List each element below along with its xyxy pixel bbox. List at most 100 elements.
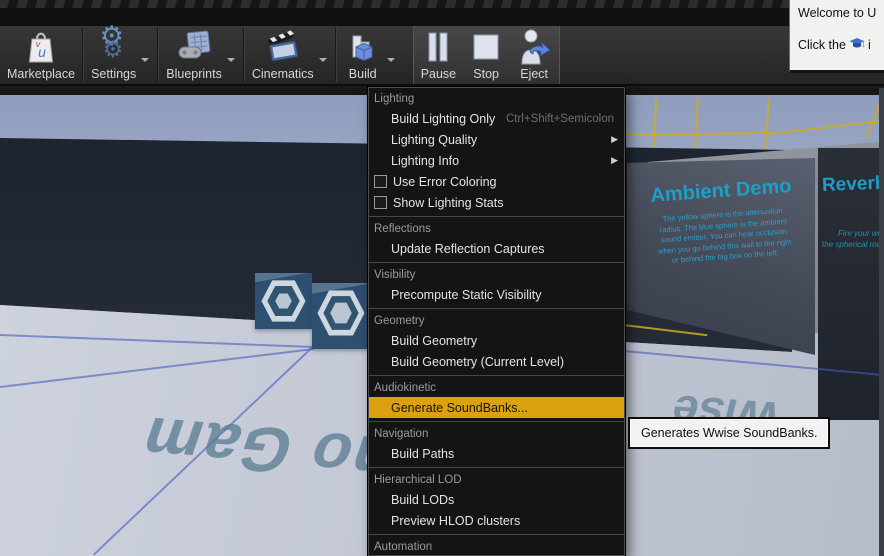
notification-panel[interactable]: Welcome to U Click the i: [789, 0, 884, 73]
toolbar-button-eject[interactable]: Eject: [509, 26, 559, 84]
toolbar-button-label: Settings: [91, 67, 137, 81]
menu-item-generate-soundbanks[interactable]: Generate SoundBanks...: [369, 397, 624, 418]
window-tab-strip: [0, 0, 884, 8]
menu-section-header-automation: Automation: [374, 541, 433, 553]
menu-separator: [369, 216, 624, 217]
toolbar-button-cinematics[interactable]: Cinematics: [245, 26, 335, 84]
reverb-description: Fire your wea the spherical room: [822, 228, 884, 250]
dropdown-arrow-icon[interactable]: [386, 57, 395, 66]
notification-title: Welcome to U: [798, 6, 877, 20]
dropdown-arrow-icon[interactable]: [141, 57, 150, 66]
svg-text:v: v: [36, 39, 41, 49]
menu-item-build-lighting-only[interactable]: Build Lighting Only Ctrl+Shift+Semicolon: [369, 108, 624, 129]
menu-section-header-visibility: Visibility: [374, 269, 416, 281]
toolbar-button-content: ⚙ ⚙ Settings: [91, 21, 137, 81]
menu-item-shortcut: Ctrl+Shift+Semicolon: [505, 112, 614, 125]
checkbox-icon[interactable]: [374, 175, 387, 188]
menu-section-header-lighting: Lighting: [374, 93, 415, 105]
menu-item-build-geometry-current-level[interactable]: Build Geometry (Current Level): [369, 351, 624, 372]
toolbar-button-blueprints[interactable]: Blueprints: [159, 26, 243, 84]
toolbar-button-content: Eject: [516, 28, 552, 81]
menu-separator: [369, 308, 624, 309]
attenuation-wireframe-line: [763, 98, 770, 158]
toolbar-button-content: Cinematics: [252, 28, 314, 81]
menu-item-label: Precompute Static Visibility: [391, 287, 542, 302]
blueprints-gamepad-icon: [175, 28, 213, 66]
toolbar-button-marketplace[interactable]: u v Marketplace: [0, 26, 82, 84]
toolbar-button-content: Build: [344, 28, 382, 81]
notification-body: Click the i: [798, 37, 884, 53]
menu-item-label: Build Lighting Only: [391, 111, 496, 126]
shopping-bag-icon: uv: [26, 28, 56, 66]
ambient-demo-description: The yellow sphere is the attenuation radi…: [639, 204, 808, 268]
play-session-controls: Pause Stop Eject: [412, 26, 561, 84]
menu-item-label: Build Geometry: [391, 333, 478, 348]
menu-item-update-reflection-captures[interactable]: Update Reflection Captures: [369, 238, 624, 259]
toolbar-button-label: Cinematics: [251, 67, 314, 81]
menu-item-label: Build Geometry (Current Level): [391, 354, 564, 369]
menu-separator: [369, 534, 624, 535]
notification-text-prefix: Click the: [798, 38, 846, 52]
toolbar-button-pause[interactable]: Pause: [414, 26, 463, 84]
menu-item-label: Show Lighting Stats: [393, 195, 504, 210]
toolbar-button-content: Stop: [470, 28, 502, 81]
ambient-demo-title: Ambient Demo: [649, 175, 793, 207]
submenu-arrow-icon: ▶: [611, 134, 618, 144]
viewport-right-edge: [879, 88, 884, 556]
toolbar-button-content: Pause: [421, 28, 456, 81]
menu-section-header-hierarchical-lod: Hierarchical LOD: [374, 474, 462, 486]
menu-section-header-reflections: Reflections: [374, 223, 431, 235]
menu-separator: [369, 467, 624, 468]
tooltip: Generates Wwise SoundBanks.: [628, 417, 831, 449]
menu-item-label: Generate SoundBanks...: [391, 400, 528, 415]
toolbar-button-content: u v Marketplace: [7, 28, 75, 81]
notification-text-suffix: i: [867, 38, 871, 52]
menu-separator: [369, 262, 624, 263]
menu-item-preview-hlod-clusters[interactable]: Preview HLOD clusters: [369, 510, 624, 531]
menu-item-label: Lighting Info: [391, 153, 460, 168]
toolbar-button-stop[interactable]: Stop: [463, 26, 509, 84]
dropdown-arrow-icon[interactable]: [226, 57, 235, 66]
dropdown-arrow-icon[interactable]: [318, 57, 327, 66]
menu-separator: [369, 421, 624, 422]
menu-separator: [369, 375, 624, 376]
toolbar-button-build[interactable]: Build: [337, 26, 403, 84]
menu-item-lighting-info[interactable]: Lighting Info ▶: [369, 150, 624, 171]
menu-item-label: Preview HLOD clusters: [391, 513, 521, 528]
menu-item-precompute-static-visibility[interactable]: Precompute Static Visibility: [369, 284, 624, 305]
menu-item-lighting-quality[interactable]: Lighting Quality ▶: [369, 129, 624, 150]
checkbox-icon[interactable]: [374, 196, 387, 209]
unreal-editor-window: u v Marketplace ⚙ ⚙ Settings Blueprints Cinemat…: [0, 0, 884, 556]
menu-item-label: Update Reflection Captures: [391, 241, 545, 256]
menu-item-use-error-coloring[interactable]: Use Error Coloring: [369, 171, 624, 192]
toolbar-button-label: Stop: [473, 67, 499, 81]
toolbar-button-label: Eject: [520, 67, 549, 81]
clapperboard-icon: [263, 28, 303, 66]
reverb-sign: Reverb Fire your wea the spherical room: [818, 148, 884, 420]
menu-item-build-paths[interactable]: Build Paths: [369, 443, 624, 464]
pause-icon: [424, 28, 452, 66]
menu-item-build-geometry[interactable]: Build Geometry: [369, 330, 624, 351]
submenu-arrow-icon: ▶: [611, 155, 618, 165]
menu-item-label: Use Error Coloring: [393, 174, 497, 189]
reverb-description-line: the spherical room: [822, 240, 884, 249]
toolbar-button-settings[interactable]: ⚙ ⚙ Settings: [84, 21, 157, 84]
toolbar-button-content: Blueprints: [166, 28, 222, 81]
toolbar-button-group: u v Marketplace ⚙ ⚙ Settings Blueprints Cinemat…: [0, 21, 403, 84]
menu-item-label: Lighting Quality: [391, 132, 478, 147]
menu-item-show-lighting-stats[interactable]: Show Lighting Stats: [369, 192, 624, 213]
menu-section-header-geometry: Geometry: [374, 315, 425, 327]
stop-icon: [470, 28, 502, 66]
graduation-cap-icon: [849, 37, 865, 53]
menu-section-header-navigation: Navigation: [374, 428, 429, 440]
toolbar-button-label: Blueprints: [166, 67, 222, 81]
title-bar: [0, 8, 884, 27]
build-blocks-icon: [344, 28, 382, 66]
menu-item-label: Build LODs: [391, 492, 455, 507]
hex-crate: [255, 273, 312, 329]
toolbar-button-label: Build: [348, 67, 377, 81]
toolbar-button-label: Pause: [420, 67, 457, 81]
menu-item-label: Build Paths: [391, 446, 455, 461]
menu-item-build-lods[interactable]: Build LODs: [369, 489, 624, 510]
eject-person-icon: [516, 28, 552, 66]
